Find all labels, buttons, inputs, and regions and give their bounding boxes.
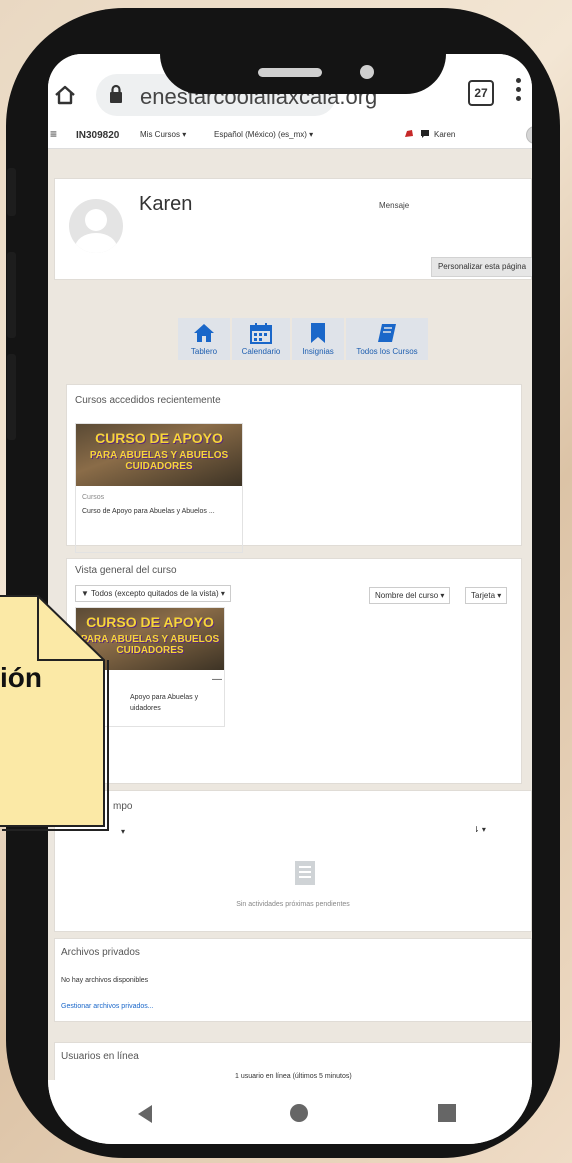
private-files-block: Archivos privados No hay archivos dispon… <box>54 938 532 1022</box>
user-menu-name[interactable]: Karen <box>434 130 455 139</box>
phone-frame: enestarcoolaliaxcaia.org 27 ≡ IN309820 M… <box>6 8 560 1158</box>
phone-notch <box>160 16 446 94</box>
course-code[interactable]: IN309820 <box>76 130 119 141</box>
block-title: Vista general del curso <box>75 565 177 576</box>
quick-nav-tablero[interactable]: Tablero <box>178 318 230 360</box>
online-users-block: Usuarios en línea 1 usuario en línea (úl… <box>54 1042 532 1084</box>
course-overview-block: Vista general del curso ▼ Todos (excepto… <box>66 558 522 784</box>
message-link[interactable]: Mensaje <box>379 201 409 210</box>
course-menu-dash[interactable]: — <box>212 674 222 685</box>
phone-volume-down <box>7 354 16 440</box>
avatar <box>69 199 123 253</box>
course-name-link[interactable]: Curso de Apoyo para Abuelas y Abuelos ..… <box>82 508 215 515</box>
timeline-sort-dropdown[interactable]: ⇂ ▾ <box>473 825 486 834</box>
quick-nav-calendario[interactable]: Calendario <box>232 318 290 360</box>
profile-name: Karen <box>139 193 193 215</box>
quick-nav-todos-los-cursos[interactable]: Todos los Cursos <box>346 318 428 360</box>
course-image-subtitle: PARA ABUELAS Y ABUELOS CUIDADORES <box>89 450 229 472</box>
front-camera <box>360 65 374 79</box>
profile-header: Karen Mensaje Personalizar esta página <box>54 178 532 280</box>
block-title: Archivos privados <box>61 947 140 958</box>
home-icon <box>194 324 214 342</box>
timeline-block: mpo ▾ ⇂ ▾ Sin actividades próximas pendi… <box>54 790 532 932</box>
phone-side-button <box>7 168 16 216</box>
quick-nav-label: Todos los Cursos <box>356 347 418 356</box>
home-icon[interactable] <box>54 84 76 106</box>
quick-nav-label: Calendario <box>241 347 281 356</box>
quick-nav-insignias[interactable]: Insignias <box>292 318 344 360</box>
recent-courses-block: Cursos accedidos recientemente CURSO DE … <box>66 384 522 553</box>
speaker-grille <box>258 68 322 77</box>
calendar-icon <box>250 323 272 344</box>
quick-nav: Tablero Calendario Insignias Todos los C… <box>178 318 428 360</box>
lock-icon <box>110 84 122 103</box>
home-nav-icon[interactable] <box>290 1104 308 1122</box>
online-users-count: 1 usuario en línea (últimos 5 minutos) <box>235 1073 352 1080</box>
phone-screen: enestarcoolaliaxcaia.org 27 ≡ IN309820 M… <box>48 54 532 1144</box>
customize-page-button[interactable]: Personalizar esta página <box>431 257 532 277</box>
android-nav-bar <box>48 1080 532 1144</box>
book-icon <box>378 324 396 342</box>
block-title: mpo <box>113 801 133 812</box>
course-name-line1[interactable]: Apoyo para Abuelas y <box>130 694 198 701</box>
moodle-navbar: ≡ IN309820 Mis Cursos ▾ Español (México)… <box>48 122 532 149</box>
empty-list-icon <box>295 861 315 885</box>
sticky-note <box>0 595 109 831</box>
sort-dropdown-label: Nombre del curso ▾ <box>369 587 451 604</box>
quick-nav-label: Tablero <box>190 347 218 356</box>
block-title: Cursos accedidos recientemente <box>75 395 221 406</box>
course-category: Cursos <box>82 494 105 501</box>
course-image-title: CURSO DE APOYO <box>95 430 223 446</box>
timeline-empty-text: Sin actividades próximas pendientes <box>236 901 350 908</box>
hamburger-icon[interactable]: ≡ <box>50 127 57 141</box>
sticky-note-text: ión <box>0 662 42 693</box>
no-files-text: No hay archivos disponibles <box>61 977 149 984</box>
recent-course-card[interactable]: CURSO DE APOYO PARA ABUELAS Y ABUELOS CU… <box>75 423 243 553</box>
notification-icon[interactable] <box>404 128 414 143</box>
course-image[interactable]: CURSO DE APOYO PARA ABUELAS Y ABUELOS CU… <box>76 424 242 486</box>
menu-dots-icon[interactable] <box>516 78 522 101</box>
bookmark-icon <box>311 323 325 343</box>
tabs-count-button[interactable]: 27 <box>468 80 494 106</box>
sort-dropdown[interactable]: Nombre del curso ▾ <box>369 585 451 604</box>
manage-files-link[interactable]: Gestionar archivos privados... <box>61 1003 154 1010</box>
chat-icon[interactable] <box>420 129 430 142</box>
course-name-line2[interactable]: uidadores <box>130 705 161 712</box>
quick-nav-label: Insignias <box>302 347 334 356</box>
user-avatar[interactable] <box>526 126 532 144</box>
timeline-filter-dropdown[interactable]: ▾ <box>121 827 125 836</box>
phone-volume-up <box>7 252 16 338</box>
language-menu[interactable]: Español (México) (es_mx) ▾ <box>214 130 313 139</box>
view-dropdown-label: Tarjeta ▾ <box>465 587 508 604</box>
back-icon[interactable] <box>136 1104 154 1124</box>
block-title: Usuarios en línea <box>61 1051 139 1062</box>
recent-apps-icon[interactable] <box>438 1104 456 1122</box>
view-dropdown[interactable]: Tarjeta ▾ <box>465 585 508 604</box>
my-courses-menu[interactable]: Mis Cursos ▾ <box>140 130 186 139</box>
